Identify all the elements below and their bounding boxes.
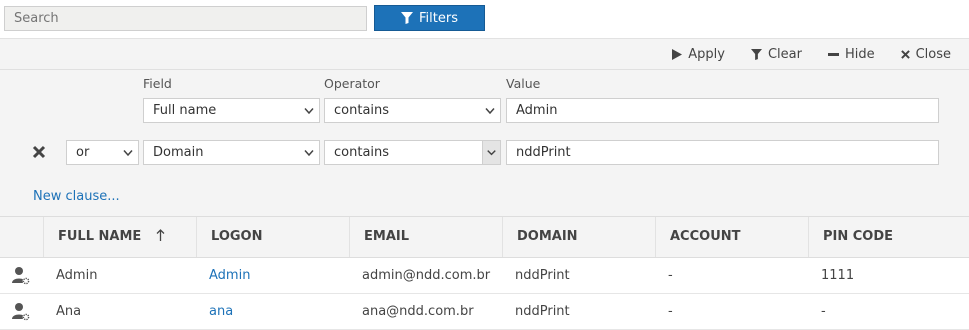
cell-pin-code: - <box>821 304 826 319</box>
clause-1-field-value: Full name <box>153 103 217 118</box>
field-column-label: Field <box>143 76 172 91</box>
cell-domain: nddPrint <box>515 304 570 319</box>
close-icon <box>900 50 910 59</box>
new-clause-link[interactable]: New clause... <box>33 189 120 204</box>
cell-full-name: Admin <box>56 268 98 283</box>
hide-button[interactable]: Hide <box>827 47 875 62</box>
operator-column-label: Operator <box>324 76 380 91</box>
cell-full-name: Ana <box>56 304 82 319</box>
table-row[interactable]: Ana ana ana@ndd.com.br nddPrint - - <box>0 294 969 330</box>
table-header: FULL NAME LOGON EMAIL DOMAIN ACCOUNT PIN… <box>0 216 969 258</box>
clause-2-field-select[interactable]: Domain <box>143 140 320 165</box>
chevron-down-icon <box>482 141 500 164</box>
clause-2-conjunction-value: or <box>76 145 90 160</box>
column-header-logon[interactable]: LOGON <box>196 217 349 257</box>
filters-button[interactable]: Filters <box>374 5 485 31</box>
clause-2-operator-select[interactable]: contains <box>324 140 501 165</box>
close-button[interactable]: Close <box>900 47 951 62</box>
cell-account: - <box>668 304 673 319</box>
filter-icon <box>750 49 762 60</box>
chevron-down-icon <box>123 150 133 157</box>
clause-1-operator-select[interactable]: contains <box>324 98 501 123</box>
user-icon <box>12 303 30 321</box>
clause-2-operator-value: contains <box>334 145 390 160</box>
apply-label: Apply <box>688 47 725 62</box>
column-header-account[interactable]: ACCOUNT <box>655 217 808 257</box>
clause-1-value-text: Admin <box>516 103 558 118</box>
remove-clause-icon[interactable] <box>32 145 46 159</box>
minus-icon <box>827 53 839 56</box>
close-label: Close <box>915 47 951 62</box>
clause-2-value-input[interactable]: nddPrint <box>506 140 939 165</box>
cell-logon-link[interactable]: Admin <box>195 258 250 294</box>
cell-email: admin@ndd.com.br <box>362 268 491 283</box>
column-header-domain[interactable]: DOMAIN <box>502 217 655 257</box>
clause-2-value-text: nddPrint <box>516 145 571 160</box>
column-header-full-name[interactable]: FULL NAME <box>43 217 196 257</box>
column-header-label: FULL NAME <box>58 229 142 244</box>
user-icon <box>12 267 30 285</box>
hide-label: Hide <box>844 47 875 62</box>
clause-2-conjunction-select[interactable]: or <box>66 140 139 165</box>
chevron-down-icon <box>304 108 314 115</box>
panel-divider <box>0 69 969 70</box>
cell-domain: nddPrint <box>515 268 570 283</box>
sort-ascending-icon <box>156 229 165 241</box>
cell-pin-code: 1111 <box>821 268 855 283</box>
top-bar: Filters <box>0 0 969 38</box>
play-icon <box>672 49 683 60</box>
chevron-down-icon <box>485 108 495 115</box>
column-header-pin-code[interactable]: PIN CODE <box>808 217 969 257</box>
filter-icon <box>401 12 414 24</box>
filters-button-label: Filters <box>419 10 458 26</box>
cell-logon-link[interactable]: ana <box>195 294 233 330</box>
chevron-down-icon <box>304 150 314 157</box>
cell-email: ana@ndd.com.br <box>362 304 474 319</box>
clause-1-field-select[interactable]: Full name <box>143 98 320 123</box>
search-input[interactable] <box>4 6 367 31</box>
column-header-email[interactable]: EMAIL <box>349 217 502 257</box>
clause-1-value-input[interactable]: Admin <box>506 98 939 123</box>
clause-2-field-value: Domain <box>153 145 204 160</box>
apply-button[interactable]: Apply <box>672 47 725 62</box>
table-row[interactable]: Admin Admin admin@ndd.com.br nddPrint - … <box>0 258 969 294</box>
filter-panel: Apply Clear Hide Close Field Operator Va… <box>0 38 969 216</box>
clear-label: Clear <box>767 47 802 62</box>
cell-account: - <box>668 268 673 283</box>
clause-1-operator-value: contains <box>334 103 390 118</box>
filter-panel-actions: Apply Clear Hide Close <box>672 47 951 62</box>
value-column-label: Value <box>506 76 541 91</box>
clear-button[interactable]: Clear <box>750 47 802 62</box>
